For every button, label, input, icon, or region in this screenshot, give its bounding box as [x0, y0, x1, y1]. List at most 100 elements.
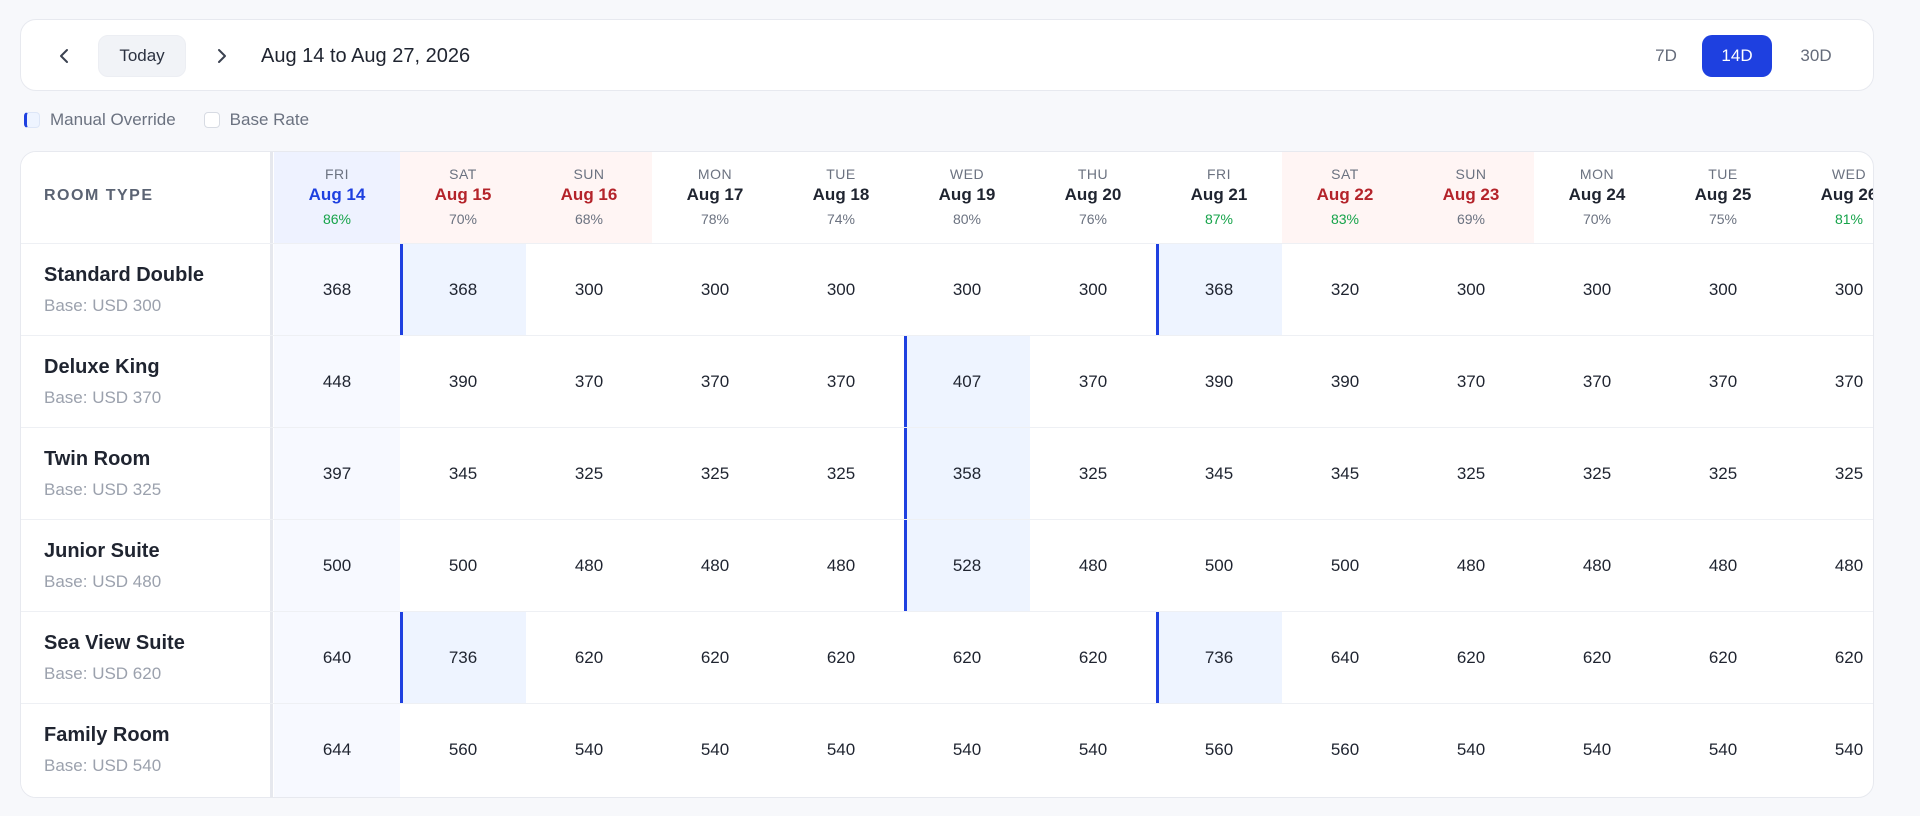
rate-cell[interactable]: 448	[274, 336, 400, 428]
rate-cell[interactable]: 300	[1408, 244, 1534, 336]
date-column-header[interactable]: WED Aug 26 81%	[1786, 152, 1873, 243]
date-column-header[interactable]: WED Aug 19 80%	[904, 152, 1030, 243]
rate-cell[interactable]: 620	[1030, 612, 1156, 704]
rate-cell[interactable]: 300	[652, 244, 778, 336]
rate-cell[interactable]: 370	[1408, 336, 1534, 428]
rate-cell[interactable]: 620	[526, 612, 652, 704]
rate-cell[interactable]: 300	[904, 244, 1030, 336]
rate-cell[interactable]: 620	[1408, 612, 1534, 704]
date-column-header[interactable]: MON Aug 24 70%	[1534, 152, 1660, 243]
rate-cell[interactable]: 540	[778, 704, 904, 796]
rate-cell-override[interactable]: 368	[1156, 244, 1282, 336]
rate-cell[interactable]: 325	[1408, 428, 1534, 520]
rate-cell[interactable]: 540	[1534, 704, 1660, 796]
rate-cell[interactable]: 300	[778, 244, 904, 336]
rate-cell[interactable]: 540	[1786, 704, 1873, 796]
view-7d-button[interactable]: 7D	[1631, 35, 1701, 77]
rate-cell[interactable]: 480	[652, 520, 778, 612]
rate-cell[interactable]: 325	[652, 428, 778, 520]
date-column-header[interactable]: SAT Aug 15 70%	[400, 152, 526, 243]
today-button[interactable]: Today	[98, 35, 186, 77]
rate-cell[interactable]: 370	[1030, 336, 1156, 428]
rate-cell[interactable]: 480	[1408, 520, 1534, 612]
rate-cell[interactable]: 325	[1030, 428, 1156, 520]
rate-cell[interactable]: 500	[274, 520, 400, 612]
rate-cell[interactable]: 620	[1786, 612, 1873, 704]
rate-cell[interactable]: 620	[1534, 612, 1660, 704]
rate-cell[interactable]: 370	[1534, 336, 1660, 428]
rate-cell[interactable]: 370	[652, 336, 778, 428]
rate-cell[interactable]: 325	[526, 428, 652, 520]
date-column-header[interactable]: THU Aug 20 76%	[1030, 152, 1156, 243]
rate-cell-override[interactable]: 407	[904, 336, 1030, 428]
rate-cell-override[interactable]: 368	[400, 244, 526, 336]
rate-cell[interactable]: 300	[1660, 244, 1786, 336]
rate-cell[interactable]: 480	[1534, 520, 1660, 612]
rate-cell[interactable]: 540	[652, 704, 778, 796]
date-column-header[interactable]: SAT Aug 22 83%	[1282, 152, 1408, 243]
date-column-header[interactable]: SUN Aug 23 69%	[1408, 152, 1534, 243]
rate-cell[interactable]: 368	[274, 244, 400, 336]
rate-cell[interactable]: 560	[1156, 704, 1282, 796]
rate-cell[interactable]: 560	[1282, 704, 1408, 796]
rate-cell[interactable]: 480	[1030, 520, 1156, 612]
rate-cell[interactable]: 480	[778, 520, 904, 612]
legend-base-rate[interactable]: Base Rate	[203, 110, 309, 130]
rate-cell[interactable]: 500	[1156, 520, 1282, 612]
next-range-button[interactable]	[201, 36, 241, 76]
rate-cell[interactable]: 300	[1786, 244, 1873, 336]
rate-cell[interactable]: 390	[400, 336, 526, 428]
rate-cell[interactable]: 370	[1786, 336, 1873, 428]
rate-cell[interactable]: 480	[526, 520, 652, 612]
rate-cell[interactable]: 500	[1282, 520, 1408, 612]
rate-cell[interactable]: 620	[778, 612, 904, 704]
prev-range-button[interactable]	[45, 36, 85, 76]
rate-cell[interactable]: 300	[1534, 244, 1660, 336]
date-column-header[interactable]: FRI Aug 14 86%	[274, 152, 400, 243]
date-column-header[interactable]: TUE Aug 25 75%	[1660, 152, 1786, 243]
rate-cell[interactable]: 640	[274, 612, 400, 704]
rate-cell[interactable]: 540	[904, 704, 1030, 796]
legend-manual-override[interactable]: Manual Override	[24, 110, 176, 130]
rate-cell[interactable]: 500	[400, 520, 526, 612]
date-column-header[interactable]: MON Aug 17 78%	[652, 152, 778, 243]
rate-cell[interactable]: 560	[400, 704, 526, 796]
date-column-header[interactable]: FRI Aug 21 87%	[1156, 152, 1282, 243]
rate-cell[interactable]: 620	[1660, 612, 1786, 704]
rate-cell[interactable]: 644	[274, 704, 400, 796]
rate-cell[interactable]: 390	[1156, 336, 1282, 428]
rate-cell[interactable]: 325	[1786, 428, 1873, 520]
rate-cell[interactable]: 480	[1660, 520, 1786, 612]
legend: Manual Override Base Rate	[24, 108, 337, 132]
rate-cell[interactable]: 540	[1660, 704, 1786, 796]
rate-cell[interactable]: 370	[778, 336, 904, 428]
date-column-header[interactable]: SUN Aug 16 68%	[526, 152, 652, 243]
rate-cell[interactable]: 640	[1282, 612, 1408, 704]
rate-cell-override[interactable]: 358	[904, 428, 1030, 520]
view-14d-button[interactable]: 14D	[1702, 35, 1772, 77]
rate-cell[interactable]: 620	[904, 612, 1030, 704]
rate-cell[interactable]: 345	[1282, 428, 1408, 520]
rate-cell[interactable]: 397	[274, 428, 400, 520]
rate-cell-override[interactable]: 528	[904, 520, 1030, 612]
rate-cell[interactable]: 620	[652, 612, 778, 704]
rate-cell[interactable]: 370	[1660, 336, 1786, 428]
rate-cell[interactable]: 370	[526, 336, 652, 428]
rate-cell[interactable]: 540	[526, 704, 652, 796]
rate-cell[interactable]: 325	[778, 428, 904, 520]
rate-cell-override[interactable]: 736	[400, 612, 526, 704]
rate-cell[interactable]: 540	[1408, 704, 1534, 796]
date-column-header[interactable]: TUE Aug 18 74%	[778, 152, 904, 243]
view-30d-button[interactable]: 30D	[1781, 35, 1851, 77]
rate-cell[interactable]: 480	[1786, 520, 1873, 612]
rate-cell[interactable]: 300	[526, 244, 652, 336]
rate-cell[interactable]: 345	[400, 428, 526, 520]
rate-cell[interactable]: 345	[1156, 428, 1282, 520]
rate-cell-override[interactable]: 736	[1156, 612, 1282, 704]
rate-cell[interactable]: 325	[1534, 428, 1660, 520]
rate-cell[interactable]: 320	[1282, 244, 1408, 336]
rate-cell[interactable]: 540	[1030, 704, 1156, 796]
rate-cell[interactable]: 300	[1030, 244, 1156, 336]
rate-cell[interactable]: 325	[1660, 428, 1786, 520]
rate-cell[interactable]: 390	[1282, 336, 1408, 428]
